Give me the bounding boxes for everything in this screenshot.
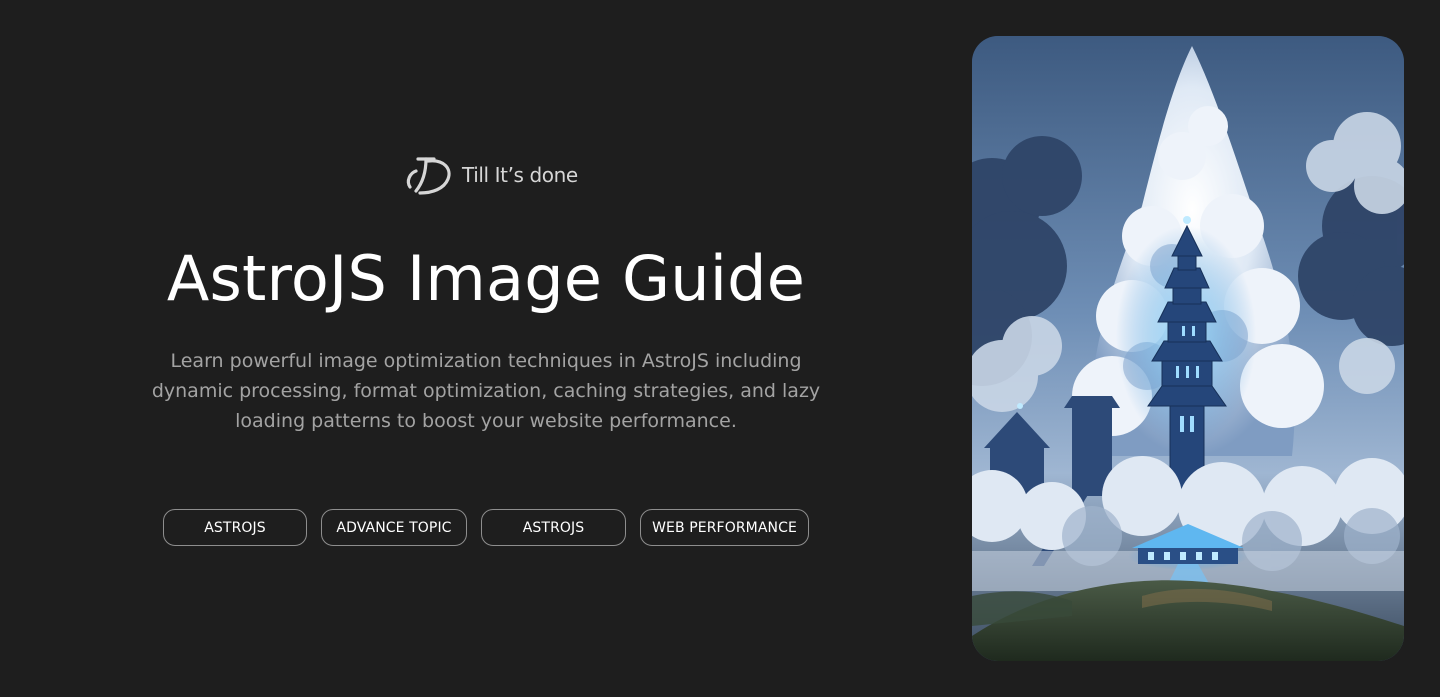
article-header: Till It’s done AstroJS Image Guide Learn…: [0, 0, 972, 697]
brand[interactable]: Till It’s done: [404, 153, 578, 197]
page-title: AstroJS Image Guide: [166, 242, 806, 315]
tag-web-performance[interactable]: WEB PERFORMANCE: [640, 509, 809, 546]
cover-image: [972, 36, 1404, 661]
tag-astrojs-2[interactable]: ASTROJS: [481, 509, 626, 546]
brand-name: Till It’s done: [462, 163, 578, 187]
td-monogram-logo-icon: [406, 157, 451, 195]
tag-list: ASTROJS ADVANCE TOPIC ASTROJS WEB PERFOR…: [163, 509, 809, 546]
tag-astrojs[interactable]: ASTROJS: [163, 509, 307, 546]
tag-advance-topic[interactable]: ADVANCE TOPIC: [321, 509, 467, 546]
pagoda-cloud-illustration: [972, 36, 1404, 661]
page-description: Learn powerful image optimization techni…: [151, 350, 821, 432]
